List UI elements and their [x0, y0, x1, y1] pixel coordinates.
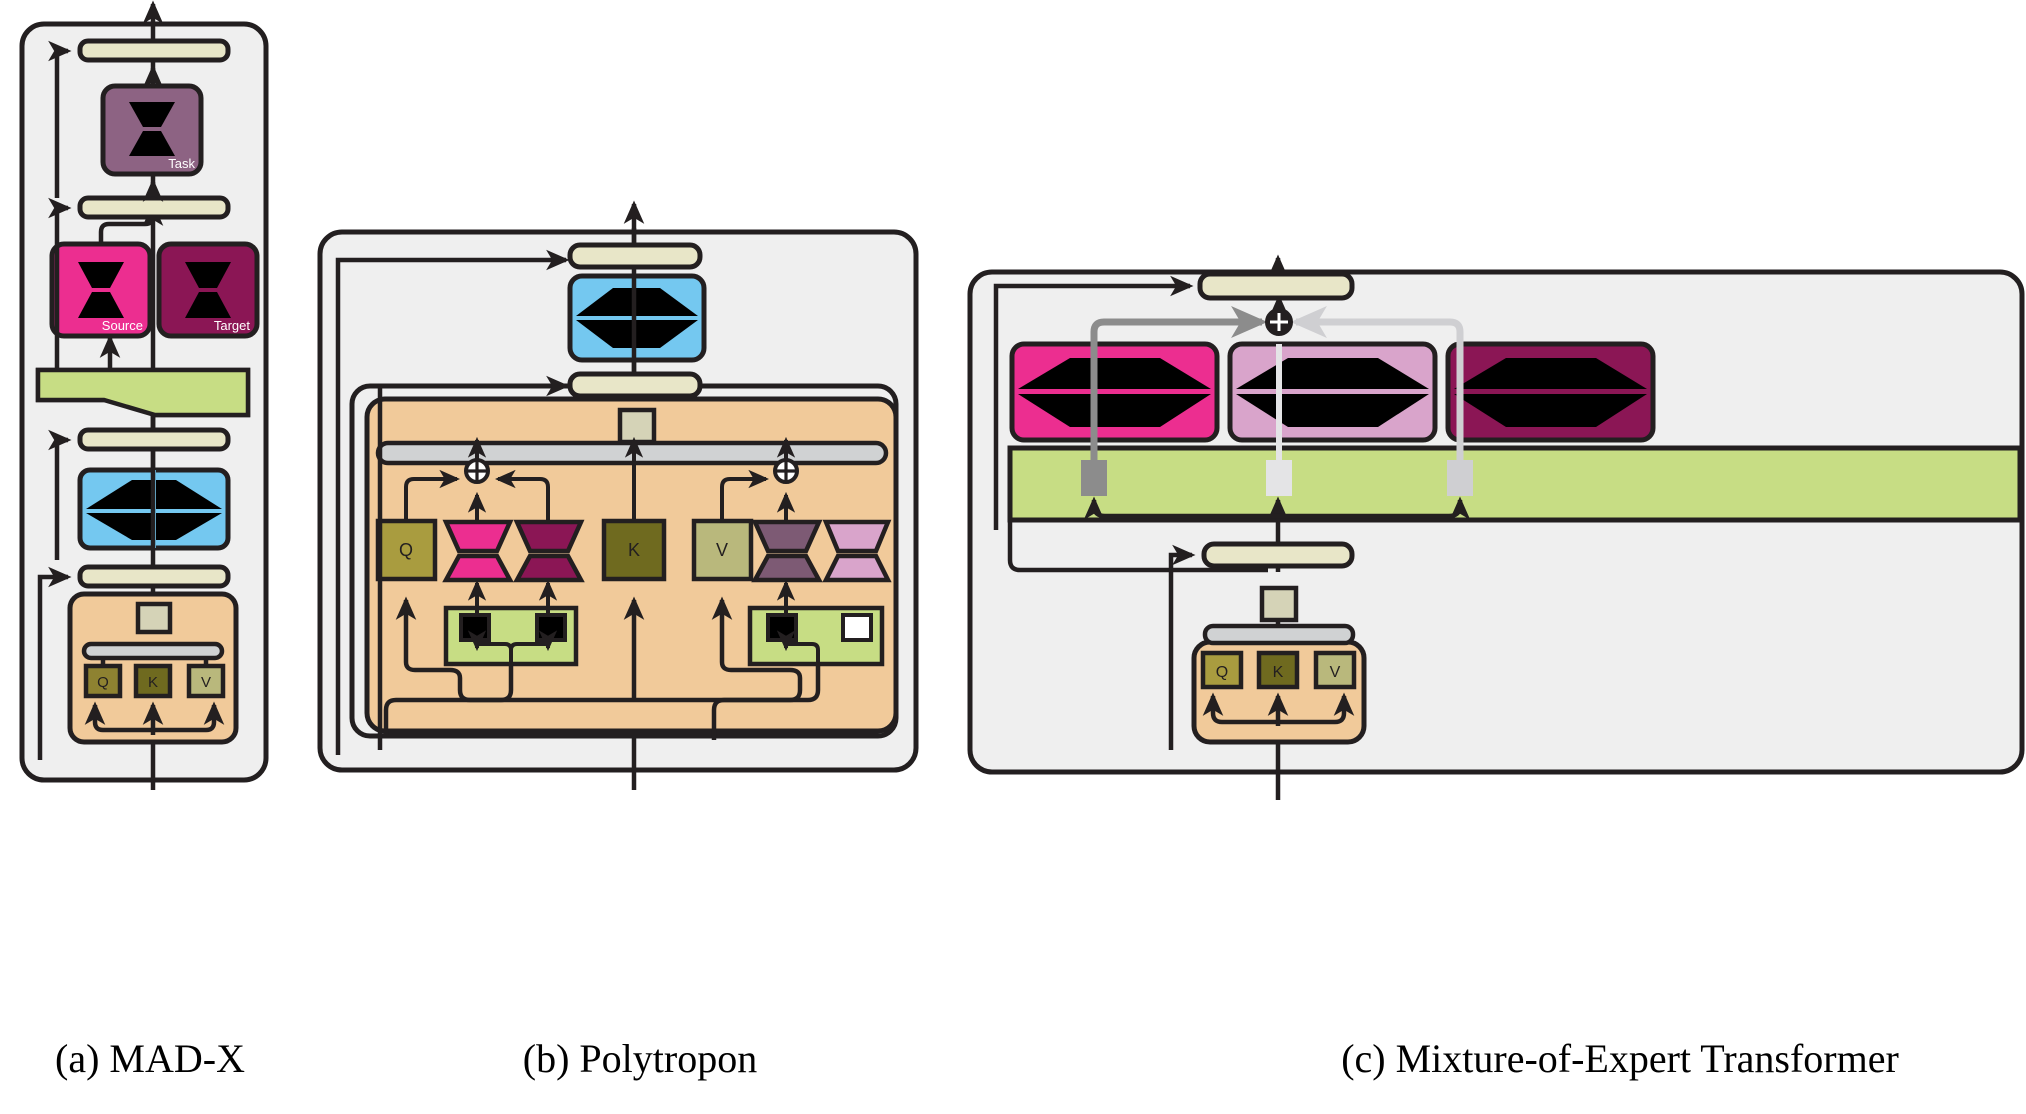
panel-b-q-route-cell-1	[459, 613, 491, 642]
panel-b-v-adapter-2-top	[822, 519, 892, 554]
panel-b-v-route-cell-1	[766, 613, 798, 642]
panel-b-attention-output-proj	[617, 407, 657, 445]
panel-b-q-label: Q	[399, 540, 413, 560]
panel-a-caption: (a) MAD-X	[55, 1036, 245, 1081]
panel-a-attention-output-proj	[135, 601, 173, 635]
panel-c-router-gate-2	[1266, 460, 1292, 496]
panel-a-target-label: Target	[214, 318, 251, 333]
panel-a-source-label: Source	[102, 318, 143, 333]
panel-c-k-label: K	[1273, 664, 1284, 681]
panel-b-q-route-cell-2	[535, 613, 567, 642]
panel-a-layernorm-mid-lower	[77, 427, 231, 452]
panel-a-layernorm-mid-upper	[77, 195, 231, 220]
panel-c-router-gate-3	[1447, 460, 1473, 496]
architecture-diagram: Q K V Source Target Task Q K V Q K V	[19, 0, 2025, 800]
panel-b-v-route-cell-2	[841, 613, 873, 642]
panel-c-attention-concat-bar	[1202, 623, 1356, 646]
panel-b-q-adapter-2-bottom	[513, 553, 585, 583]
panel-b: Q K V	[317, 200, 919, 790]
panel-a-layernorm-bottom	[77, 564, 231, 589]
panel-a-k-label: K	[148, 674, 158, 691]
panel-a-task-label: Task	[168, 156, 195, 171]
panel-c-caption: (c) Mixture-of-Expert Transformer	[1341, 1036, 1899, 1081]
panel-c-q-label: Q	[1216, 664, 1228, 681]
panel-b-k-label: K	[628, 540, 640, 560]
panel-b-q-adapter-1-bottom	[442, 553, 514, 583]
panel-b-q-adapter-2-top	[513, 519, 585, 554]
panel-b-layernorm-bottom	[567, 371, 703, 399]
panel-b-caption: (b) Polytropon	[522, 1036, 758, 1081]
figure-root: Q K V Source Target Task Q K V Q K V (a)…	[0, 0, 2026, 1114]
panel-c-layernorm-top	[1197, 271, 1355, 301]
panel-a-q-label: Q	[97, 674, 109, 691]
panel-b-v-adapter-1-bottom	[751, 553, 823, 583]
panel-c-layernorm-bottom	[1201, 541, 1355, 569]
panel-b-v-label: V	[716, 540, 728, 560]
panel-a: Q K V Source Target Task	[19, 0, 269, 790]
panel-b-v-adapter-2-bottom	[822, 553, 892, 583]
panel-c: Q K V	[967, 254, 2025, 800]
panel-b-q-adapter-1-top	[442, 519, 514, 554]
panel-a-attention-concat-bar	[81, 641, 225, 661]
panel-c-router-bar	[1007, 445, 2023, 523]
panel-a-v-label: V	[201, 674, 211, 691]
panel-b-v-adapter-1-top	[751, 519, 823, 554]
panel-b-layernorm-top	[567, 242, 703, 270]
panel-c-router-gate-1	[1081, 460, 1107, 496]
panel-c-attention-output-proj	[1259, 585, 1299, 623]
panel-c-v-label: V	[1330, 664, 1341, 681]
panel-a-layernorm-top	[77, 38, 231, 63]
